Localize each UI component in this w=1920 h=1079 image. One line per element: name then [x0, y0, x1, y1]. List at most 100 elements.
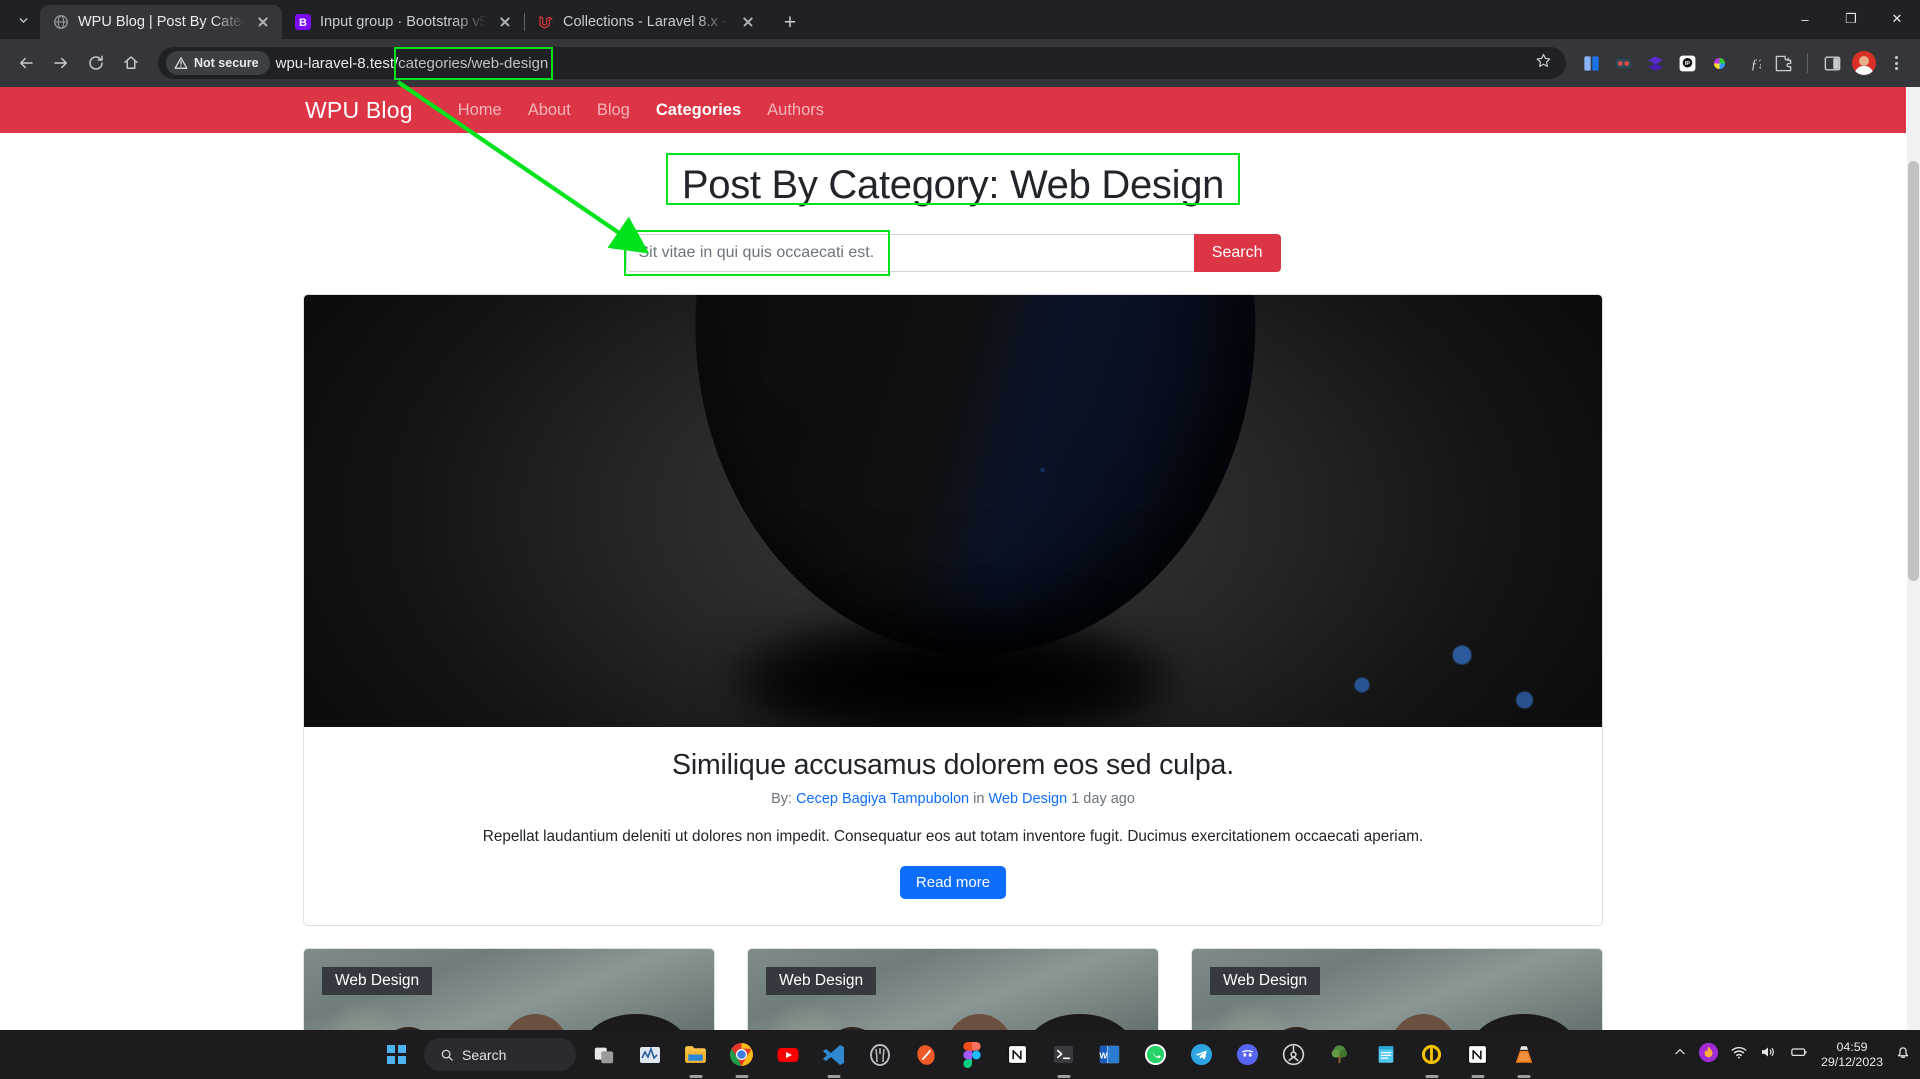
- new-tab-button[interactable]: +: [775, 7, 805, 37]
- home-button[interactable]: [115, 47, 147, 79]
- status-badge[interactable]: Web Design: [322, 967, 432, 995]
- figma-icon[interactable]: [953, 1036, 990, 1073]
- sidebar-item-about[interactable]: About: [515, 101, 584, 120]
- notion-icon[interactable]: [999, 1036, 1036, 1073]
- chrome-icon[interactable]: [723, 1036, 760, 1073]
- page-title: Post By Category: Web Design: [674, 161, 1232, 210]
- sidebar-item-blog[interactable]: Blog: [584, 101, 643, 120]
- vscode-icon[interactable]: [815, 1036, 852, 1073]
- notification-bell-icon[interactable]: [1894, 1043, 1912, 1066]
- tree-icon[interactable]: [1321, 1036, 1358, 1073]
- youtube-icon[interactable]: [769, 1036, 806, 1073]
- post-title[interactable]: Similique accusamus dolorem eos sed culp…: [324, 749, 1582, 782]
- avatar[interactable]: [1850, 49, 1878, 77]
- status-badge[interactable]: Web Design: [1210, 967, 1320, 995]
- word-icon[interactable]: W: [1091, 1036, 1128, 1073]
- status-badge[interactable]: Web Design: [766, 967, 876, 995]
- search-input[interactable]: [626, 234, 1194, 272]
- security-badge[interactable]: Not secure: [166, 51, 270, 75]
- post-meta: By: Cecep Bagiya Tampubolon in Web Desig…: [324, 791, 1582, 807]
- reading-list-icon[interactable]: [1577, 49, 1605, 77]
- file-explorer-icon[interactable]: [677, 1036, 714, 1073]
- browser-tab-2[interactable]: B Input group · Bootstrap v5.3: [282, 5, 524, 39]
- minimize-button[interactable]: –: [1782, 3, 1828, 35]
- flame-icon[interactable]: [1698, 1042, 1719, 1068]
- page-scrollbar[interactable]: [1907, 87, 1920, 1030]
- close-icon[interactable]: [496, 13, 514, 31]
- postgresql-icon[interactable]: [861, 1036, 898, 1073]
- notion-alt-icon[interactable]: [1459, 1036, 1496, 1073]
- sidebar-item-home[interactable]: Home: [445, 101, 515, 120]
- thumb-person-mid: [945, 1014, 1015, 1030]
- color-picker-icon[interactable]: [1705, 49, 1733, 77]
- svg-text:B: B: [299, 17, 307, 29]
- page-viewport: WPU Blog Home About Blog Categories Auth…: [0, 87, 1920, 1030]
- font-finder-icon[interactable]: ƒ?: [1737, 49, 1765, 77]
- wifi-icon[interactable]: [1730, 1043, 1748, 1066]
- back-button[interactable]: [10, 47, 42, 79]
- website-content: WPU Blog Home About Blog Categories Auth…: [0, 87, 1906, 1030]
- hero-orb-shadow: [743, 625, 1163, 727]
- read-more-button[interactable]: Read more: [900, 866, 1006, 899]
- forward-button[interactable]: [45, 47, 77, 79]
- bookmark-star-icon[interactable]: [1535, 52, 1552, 74]
- beekeeper-icon[interactable]: [1413, 1036, 1450, 1073]
- terminal-icon[interactable]: [1045, 1036, 1082, 1073]
- postman-icon[interactable]: [907, 1036, 944, 1073]
- post-card[interactable]: Web Design: [1191, 948, 1603, 1030]
- windows-start-icon[interactable]: [378, 1036, 415, 1073]
- svg-text:W: W: [1099, 1050, 1108, 1060]
- hero-orb-nodes: [1312, 625, 1562, 727]
- close-icon[interactable]: [254, 13, 272, 31]
- clock-date: 29/12/2023: [1821, 1055, 1883, 1070]
- site-brand[interactable]: WPU Blog: [305, 97, 413, 124]
- close-icon[interactable]: [739, 13, 757, 31]
- scrollbar-thumb[interactable]: [1908, 161, 1919, 581]
- show-hidden-icons[interactable]: [1673, 1045, 1687, 1064]
- meta-prefix: By:: [771, 791, 792, 807]
- volume-icon[interactable]: [1759, 1043, 1777, 1066]
- taskbar-clock[interactable]: 04:59 29/12/2023: [1821, 1040, 1883, 1070]
- battery-icon[interactable]: [1788, 1043, 1810, 1066]
- post-card[interactable]: Web Design: [303, 948, 715, 1030]
- post-author-link[interactable]: Cecep Bagiya Tampubolon: [796, 791, 969, 807]
- layers-icon[interactable]: [1641, 49, 1669, 77]
- tab-title: Input group · Bootstrap v5.3: [320, 14, 487, 30]
- discord-icon[interactable]: [1229, 1036, 1266, 1073]
- post-category-link[interactable]: Web Design: [988, 791, 1067, 807]
- kebab-menu-icon[interactable]: [1882, 49, 1910, 77]
- svg-text:ƒ?: ƒ?: [1750, 56, 1760, 71]
- split-screen-icon[interactable]: [1818, 49, 1846, 77]
- task-view-icon[interactable]: [585, 1036, 622, 1073]
- featured-post-card: Similique accusamus dolorem eos sed culp…: [303, 294, 1603, 926]
- sidebar-item-categories[interactable]: Categories: [643, 101, 754, 120]
- post-card[interactable]: Web Design: [747, 948, 1159, 1030]
- obs-icon[interactable]: [1275, 1036, 1312, 1073]
- telegram-icon[interactable]: [1183, 1036, 1220, 1073]
- tab-search-icon[interactable]: [6, 3, 40, 37]
- maximize-button[interactable]: ❐: [1828, 3, 1874, 35]
- meta-in: in: [973, 791, 984, 807]
- performance-monitor-icon[interactable]: [631, 1036, 668, 1073]
- browser-tab-3[interactable]: Collections - Laravel 8.x - The P: [525, 5, 767, 39]
- post-time: 1 day ago: [1071, 791, 1135, 807]
- url-path: categories/web-design: [398, 55, 548, 72]
- whatsapp-icon[interactable]: [1137, 1036, 1174, 1073]
- dark-reader-icon[interactable]: [1609, 49, 1637, 77]
- puzzle-extensions-icon[interactable]: [1769, 49, 1797, 77]
- ip-lookup-icon[interactable]: IP: [1673, 49, 1701, 77]
- notepad-icon[interactable]: [1367, 1036, 1404, 1073]
- close-window-button[interactable]: ✕: [1874, 3, 1920, 35]
- site-navbar: WPU Blog Home About Blog Categories Auth…: [0, 87, 1906, 133]
- hero-orb: [695, 295, 1255, 655]
- vlc-icon[interactable]: [1505, 1036, 1542, 1073]
- windows-taskbar: Search W: [0, 1030, 1920, 1079]
- taskbar-search[interactable]: Search: [424, 1038, 576, 1071]
- url-text[interactable]: wpu-laravel-8.test/ categories/web-desig…: [276, 55, 549, 72]
- sidebar-item-authors[interactable]: Authors: [754, 101, 837, 120]
- extensions-area: IP ƒ?: [1577, 49, 1910, 77]
- address-bar[interactable]: Not secure wpu-laravel-8.test/ categorie…: [158, 47, 1566, 79]
- search-button[interactable]: Search: [1194, 234, 1281, 272]
- reload-button[interactable]: [80, 47, 112, 79]
- browser-tab-1[interactable]: WPU Blog | Post By Category: W: [40, 5, 282, 39]
